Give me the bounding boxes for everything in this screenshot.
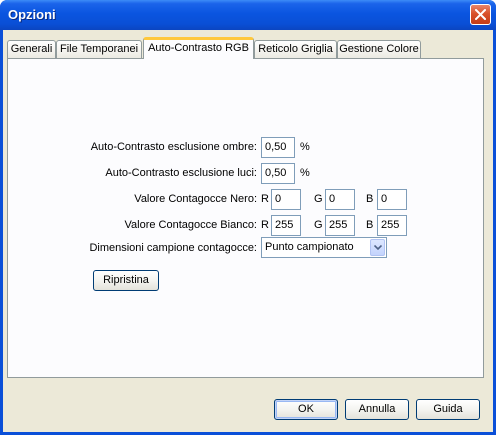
sample-size-select[interactable]: Punto campionato (261, 237, 387, 258)
dialog-title: Opzioni (8, 7, 56, 22)
white-b-label: B (366, 219, 374, 231)
white-point-label: Valore Contagocce Bianco: (124, 219, 258, 231)
highlight-percent-unit: % (300, 167, 310, 179)
tab-auto-contrasto-rgb[interactable]: Auto-Contrasto RGB (143, 37, 254, 59)
black-g-label: G (314, 193, 323, 205)
cancel-button[interactable]: Annulla (345, 399, 409, 420)
close-icon (475, 9, 486, 20)
tab-reticolo-griglia[interactable]: Reticolo Griglia (254, 40, 337, 58)
white-g-label: G (314, 219, 323, 231)
help-button[interactable]: Guida (416, 399, 480, 420)
shadow-clip-label: Auto-Contrasto esclusione ombre: (90, 141, 257, 153)
tab-file-temporanei[interactable]: File Temporanei (56, 40, 142, 58)
shadow-percent-unit: % (300, 141, 310, 153)
dropdown-button[interactable] (370, 239, 385, 256)
title-bar[interactable]: Opzioni (0, 0, 496, 30)
highlight-clip-input[interactable]: 0,50 (261, 163, 295, 184)
highlight-clip-label: Auto-Contrasto esclusione luci: (105, 167, 257, 179)
white-r-input[interactable]: 255 (271, 215, 301, 236)
tab-generali[interactable]: Generali (7, 40, 56, 58)
black-r-label: R (261, 193, 269, 205)
tab-panel-auto-contrasto: Auto-Contrasto esclusione ombre: 0,50 % … (7, 58, 484, 378)
close-button[interactable] (470, 4, 491, 25)
tab-gestione-colore[interactable]: Gestione Colore (337, 40, 421, 58)
black-b-input[interactable]: 0 (377, 189, 407, 210)
sample-size-value: Punto campionato (265, 241, 354, 253)
sample-size-label: Dimensioni campione contagocce: (89, 242, 257, 254)
ok-button[interactable]: OK (274, 399, 338, 420)
white-g-input[interactable]: 255 (325, 215, 355, 236)
black-r-input[interactable]: 0 (271, 189, 301, 210)
black-point-label: Valore Contagocce Nero: (134, 193, 257, 205)
black-g-input[interactable]: 0 (325, 189, 355, 210)
shadow-clip-input[interactable]: 0,50 (261, 137, 295, 158)
dialog-body: Generali File Temporanei Auto-Contrasto … (3, 30, 493, 432)
white-b-input[interactable]: 255 (377, 215, 407, 236)
reset-button[interactable]: Ripristina (93, 270, 159, 291)
options-dialog: Opzioni Generali File Temporanei Auto-Co… (0, 0, 496, 435)
white-r-label: R (261, 219, 269, 231)
chevron-down-icon (374, 245, 382, 250)
black-b-label: B (366, 193, 374, 205)
